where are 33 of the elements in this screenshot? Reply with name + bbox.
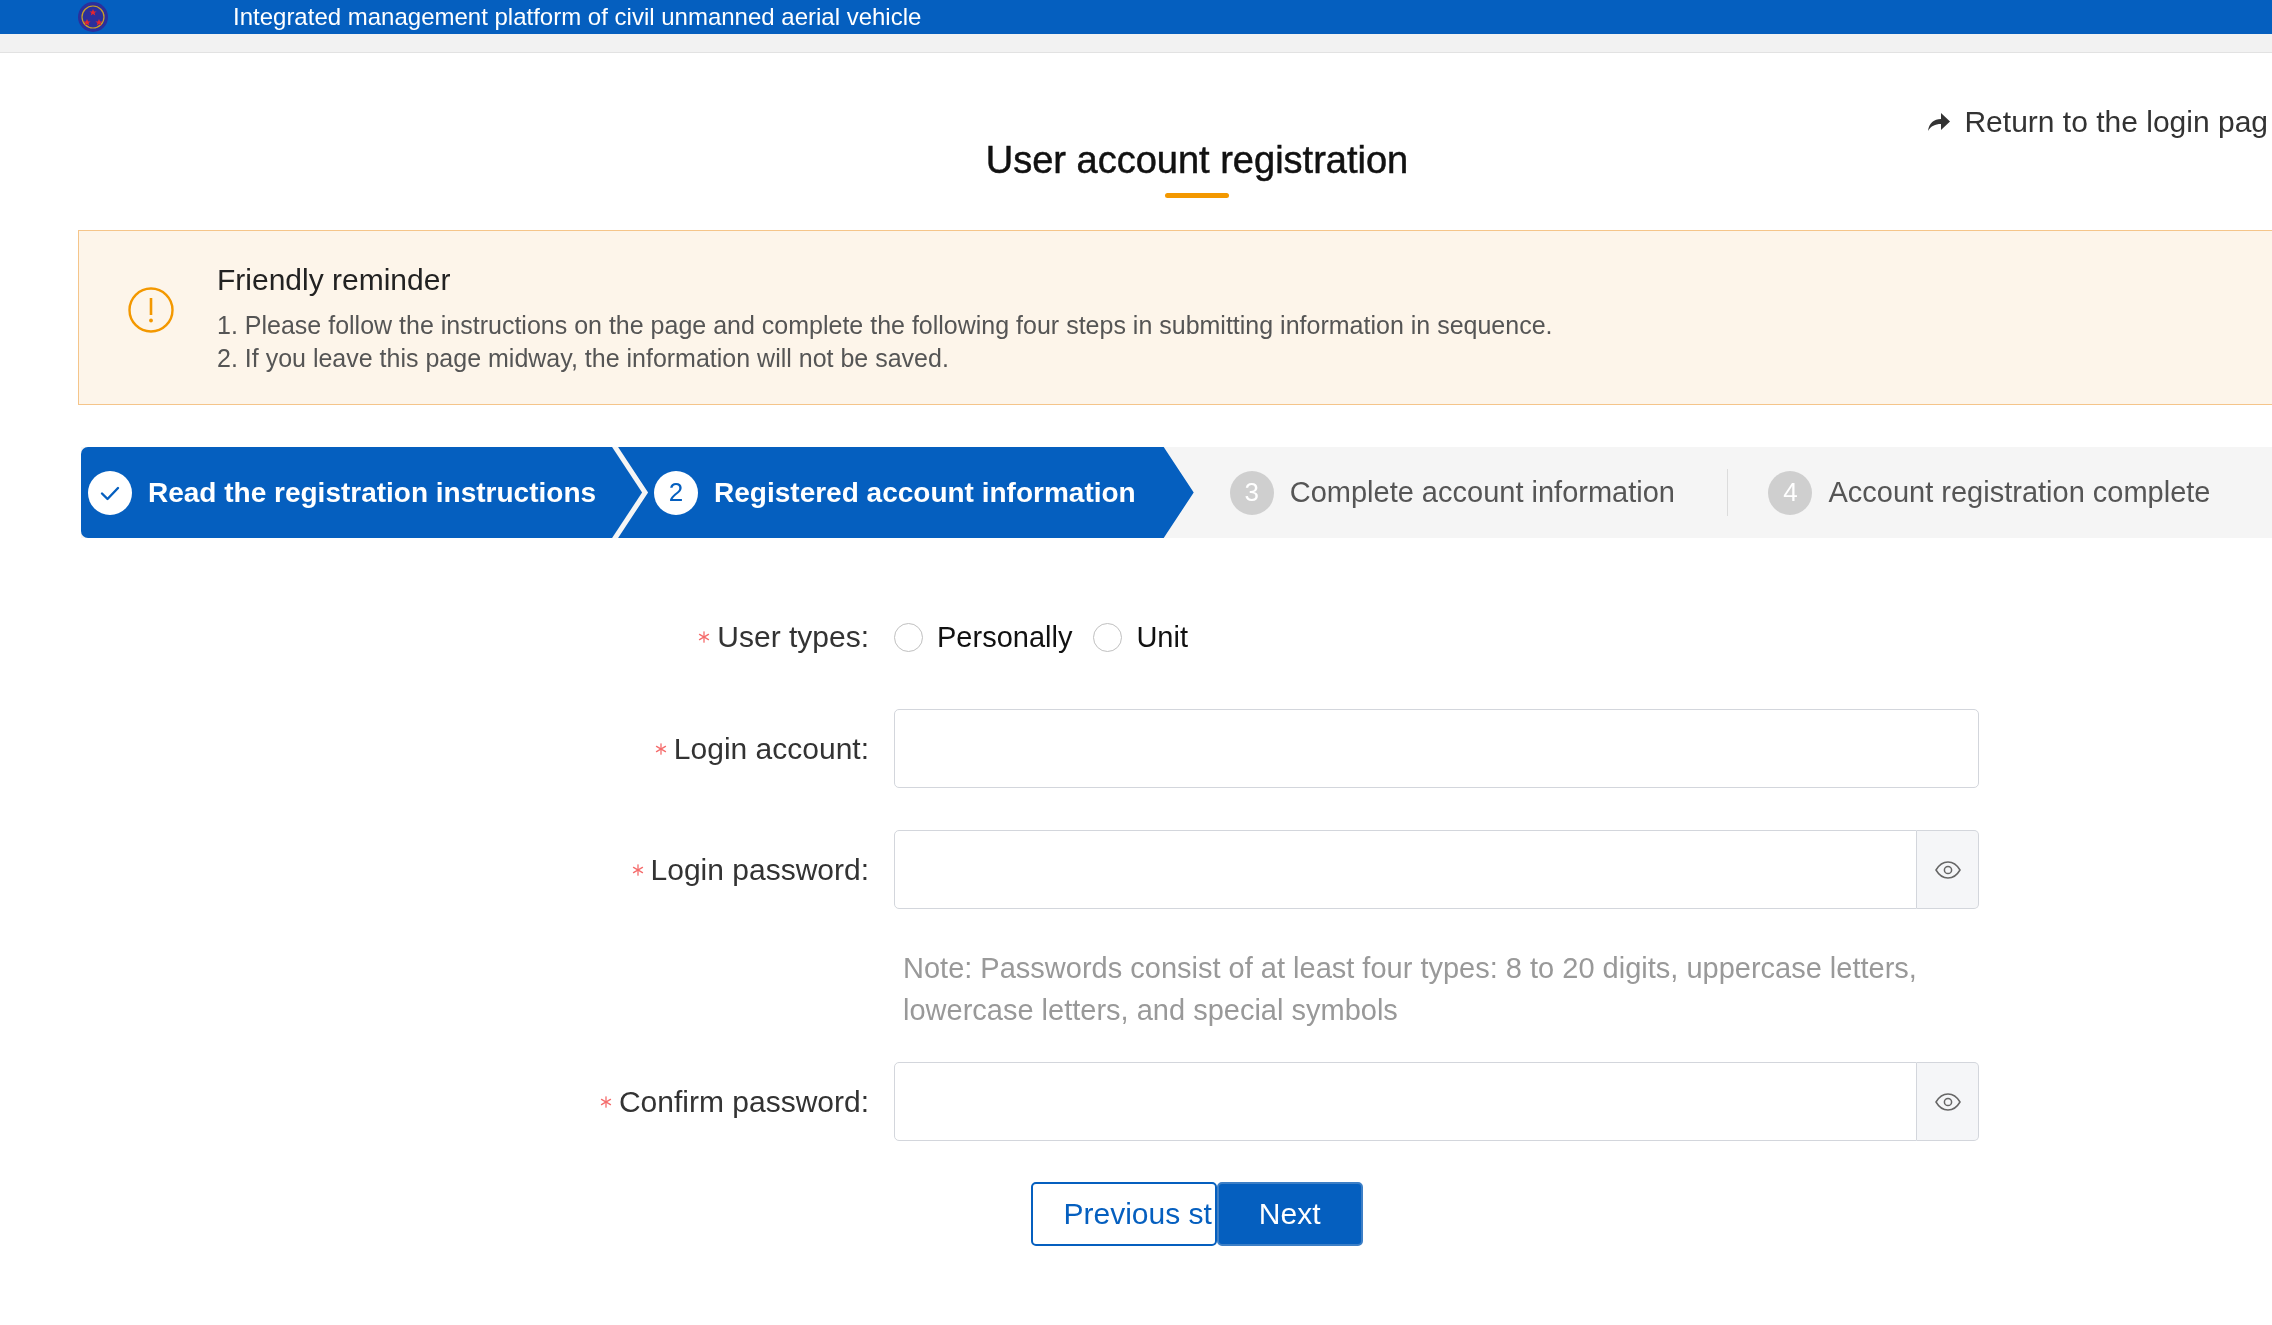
emblem-icon: [78, 2, 108, 32]
radio-label[interactable]: Personally: [937, 618, 1073, 656]
radio-label[interactable]: Unit: [1136, 618, 1188, 656]
step-number: 2: [654, 470, 699, 515]
previous-button[interactable]: Previous st: [1031, 1182, 1217, 1246]
warning-icon: [128, 286, 174, 333]
field-label: Login password:: [650, 851, 869, 888]
reminder-title: Friendly reminder: [217, 261, 452, 298]
return-link[interactable]: Return to the login pag: [1928, 103, 2268, 141]
step-label: Complete account information: [1289, 476, 1675, 509]
password-toggle-button[interactable]: [1917, 1062, 1979, 1141]
title-accent-bar: [1165, 193, 1229, 198]
field-label: User types:: [717, 619, 869, 655]
radio-button[interactable]: [894, 622, 923, 652]
field-label: Login account:: [673, 730, 869, 767]
step-label: Account registration complete: [1828, 476, 2211, 509]
curved-arrow-icon: [1928, 113, 1951, 131]
step-label: Registered account information: [714, 476, 1136, 509]
field-label: Confirm password:: [618, 1083, 869, 1120]
reminder-line: 1. Please follow the instructions on the page and complete the following four steps in submitting information in sequence.: [217, 309, 1553, 341]
radio-button[interactable]: [1093, 622, 1123, 652]
text-field[interactable]: [894, 709, 1979, 788]
page-title: User account registration: [985, 138, 1409, 183]
password-field[interactable]: [894, 830, 1917, 909]
eye-icon: [1934, 860, 1961, 879]
password-note: Note: Passwords consist of at least four types: 8 to 20 digits, uppercase letters, lowercase letters, and special symbols: [903, 951, 1918, 1028]
platform-name: Integrated management platform of civil unmanned aerial vehicle: [233, 2, 922, 32]
next-button[interactable]: Next: [1216, 1182, 1363, 1246]
step-label: Read the registration instructions: [148, 476, 597, 509]
password-field[interactable]: [894, 1062, 1917, 1141]
password-toggle-button[interactable]: [1917, 830, 1979, 909]
reminder-line: 2. If you leave this page midway, the information will not be saved.: [217, 342, 950, 374]
eye-icon: [1934, 1092, 1961, 1111]
